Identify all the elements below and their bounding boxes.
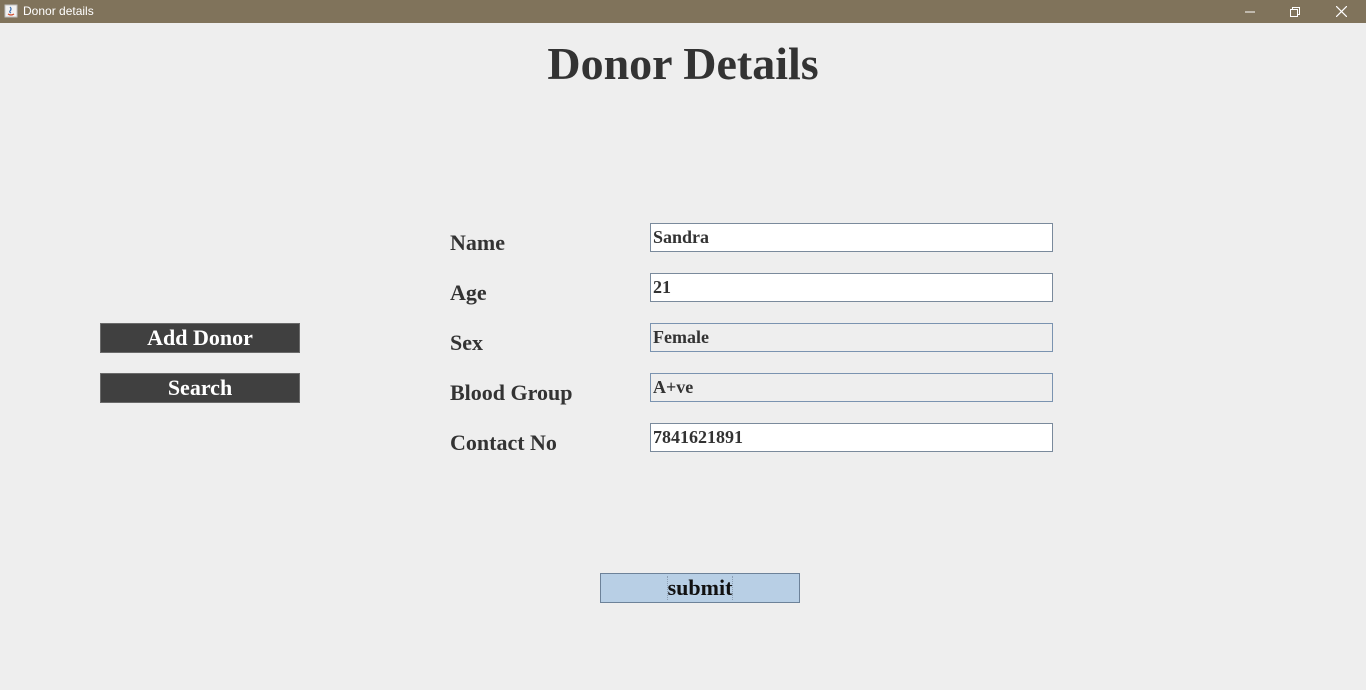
blood-group-select[interactable] [650,373,1053,402]
java-app-icon [4,4,18,18]
submit-button[interactable]: submit [600,573,800,603]
add-donor-button[interactable]: Add Donor [100,323,300,353]
name-label: Name [450,230,505,255]
page-title: Donor Details [547,38,819,89]
search-button[interactable]: Search [100,373,300,403]
age-input[interactable] [650,273,1053,302]
age-label: Age [450,280,487,305]
name-input[interactable] [650,223,1053,252]
window-titlebar: Donor details [0,0,1366,23]
minimize-icon [1245,11,1255,12]
sex-label: Sex [450,330,483,355]
minimize-button[interactable] [1227,0,1273,23]
window-title: Donor details [23,4,94,18]
close-button[interactable] [1318,0,1364,23]
contact-no-input[interactable] [650,423,1053,452]
contact-no-label: Contact No [450,430,557,455]
sex-select[interactable] [650,323,1053,352]
close-icon [1335,6,1347,17]
submit-label: submit [666,575,734,600]
blood-group-label: Blood Group [450,380,573,405]
restore-button[interactable] [1272,0,1318,23]
restore-icon [1290,6,1300,17]
